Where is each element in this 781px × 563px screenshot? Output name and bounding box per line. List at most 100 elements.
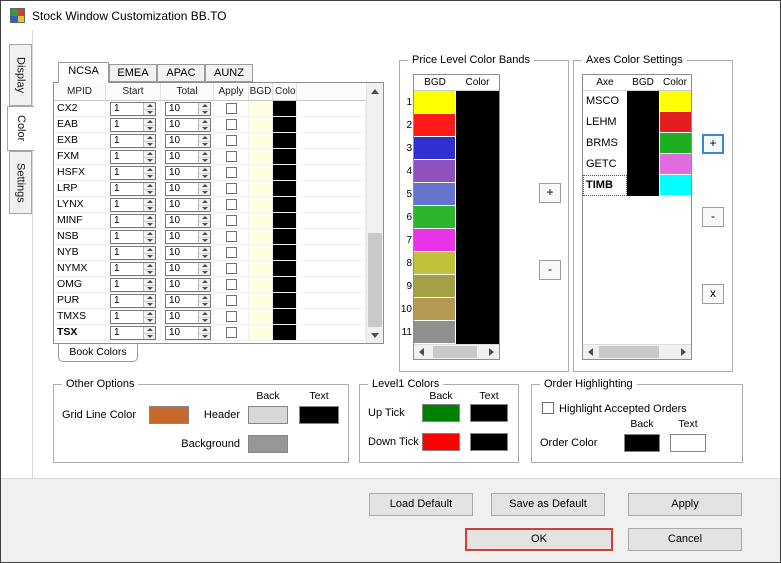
apply-button[interactable]: Apply <box>628 493 742 516</box>
scrollbar-thumb[interactable] <box>599 346 659 358</box>
bgd-color-swatch[interactable] <box>627 91 659 112</box>
spin-down-icon[interactable] <box>199 269 210 275</box>
tab-emea[interactable]: EMEA <box>109 64 157 82</box>
tab-display[interactable]: Display <box>9 44 32 106</box>
start-spinner[interactable]: 1 <box>110 278 156 292</box>
text-color-swatch[interactable] <box>456 206 499 229</box>
spin-down-icon[interactable] <box>199 157 210 163</box>
remove-band-button[interactable]: - <box>539 260 561 280</box>
text-color-swatch[interactable] <box>456 114 499 137</box>
spin-down-icon[interactable] <box>144 269 155 275</box>
bgd-color-swatch[interactable] <box>414 91 456 114</box>
tab-book-colors[interactable]: Book Colors <box>58 344 138 362</box>
axes-row[interactable]: BRMS <box>583 133 691 154</box>
bgd-color-swatch[interactable] <box>249 181 273 196</box>
spin-down-icon[interactable] <box>199 317 210 323</box>
spin-down-icon[interactable] <box>144 317 155 323</box>
text-color-swatch[interactable] <box>456 91 499 114</box>
apply-checkbox[interactable] <box>225 263 237 274</box>
remove-axe-button[interactable]: - <box>702 207 724 227</box>
spin-down-icon[interactable] <box>199 301 210 307</box>
total-spinner[interactable]: 10 <box>165 246 211 260</box>
spin-down-icon[interactable] <box>199 333 210 339</box>
spin-down-icon[interactable] <box>144 237 155 243</box>
background-swatch[interactable] <box>248 435 288 453</box>
spin-down-icon[interactable] <box>144 157 155 163</box>
start-spinner[interactable]: 1 <box>110 310 156 324</box>
text-color-swatch[interactable] <box>456 252 499 275</box>
bgd-color-swatch[interactable] <box>249 245 273 260</box>
bgd-color-swatch[interactable] <box>249 213 273 228</box>
spin-down-icon[interactable] <box>199 205 210 211</box>
total-spinner[interactable]: 10 <box>165 214 211 228</box>
apply-checkbox[interactable] <box>225 215 237 226</box>
apply-checkbox[interactable] <box>225 247 237 258</box>
spin-down-icon[interactable] <box>199 253 210 259</box>
tab-color[interactable]: Color <box>7 106 34 151</box>
spin-down-icon[interactable] <box>144 125 155 131</box>
start-spinner[interactable]: 1 <box>110 182 156 196</box>
axes-row[interactable]: TIMB <box>583 175 691 196</box>
scrollbar-thumb[interactable] <box>368 233 382 327</box>
down-tick-text-swatch[interactable] <box>470 433 508 451</box>
start-spinner[interactable]: 1 <box>110 134 156 148</box>
apply-checkbox[interactable] <box>225 167 237 178</box>
text-color-swatch[interactable] <box>456 298 499 321</box>
up-tick-text-swatch[interactable] <box>470 404 508 422</box>
text-color-swatch[interactable] <box>273 325 297 340</box>
text-color-swatch[interactable] <box>659 91 691 112</box>
delete-axe-button[interactable]: x <box>702 284 724 304</box>
total-spinner[interactable]: 10 <box>165 278 211 292</box>
total-spinner[interactable]: 10 <box>165 262 211 276</box>
start-spinner[interactable]: 1 <box>110 326 156 340</box>
text-color-swatch[interactable] <box>456 229 499 252</box>
total-spinner[interactable]: 10 <box>165 198 211 212</box>
start-spinner[interactable]: 1 <box>110 230 156 244</box>
text-color-swatch[interactable] <box>456 183 499 206</box>
bgd-color-swatch[interactable] <box>414 206 456 229</box>
spin-down-icon[interactable] <box>144 109 155 115</box>
header-text-swatch[interactable] <box>299 406 339 424</box>
start-spinner[interactable]: 1 <box>110 198 156 212</box>
bgd-color-swatch[interactable] <box>627 112 659 133</box>
text-color-swatch[interactable] <box>273 213 297 228</box>
horizontal-scrollbar[interactable] <box>583 344 691 359</box>
total-spinner[interactable]: 10 <box>165 230 211 244</box>
total-spinner[interactable]: 10 <box>165 102 211 116</box>
text-color-swatch[interactable] <box>273 245 297 260</box>
text-color-swatch[interactable] <box>456 137 499 160</box>
text-color-swatch[interactable] <box>273 277 297 292</box>
axes-row[interactable]: LEHM <box>583 112 691 133</box>
total-spinner[interactable]: 10 <box>165 150 211 164</box>
start-spinner[interactable]: 1 <box>110 166 156 180</box>
text-color-swatch[interactable] <box>659 133 691 154</box>
ok-button[interactable]: OK <box>465 528 613 551</box>
bgd-color-swatch[interactable] <box>249 229 273 244</box>
start-spinner[interactable]: 1 <box>110 262 156 276</box>
total-spinner[interactable]: 10 <box>165 326 211 340</box>
spin-down-icon[interactable] <box>199 141 210 147</box>
total-spinner[interactable]: 10 <box>165 166 211 180</box>
order-text-swatch[interactable] <box>670 434 706 452</box>
scroll-left-icon[interactable] <box>414 345 429 359</box>
start-spinner[interactable]: 1 <box>110 214 156 228</box>
bgd-color-swatch[interactable] <box>627 175 659 196</box>
text-color-swatch[interactable] <box>273 149 297 164</box>
text-color-swatch[interactable] <box>273 165 297 180</box>
bgd-color-swatch[interactable] <box>249 277 273 292</box>
bgd-color-swatch[interactable] <box>414 321 456 344</box>
spin-down-icon[interactable] <box>199 285 210 291</box>
text-color-swatch[interactable] <box>273 133 297 148</box>
scroll-right-icon[interactable] <box>484 345 499 359</box>
total-spinner[interactable]: 10 <box>165 310 211 324</box>
spin-down-icon[interactable] <box>144 285 155 291</box>
bgd-color-swatch[interactable] <box>627 154 659 175</box>
bgd-color-swatch[interactable] <box>414 114 456 137</box>
start-spinner[interactable]: 1 <box>110 118 156 132</box>
spin-down-icon[interactable] <box>144 253 155 259</box>
spin-down-icon[interactable] <box>199 221 210 227</box>
spin-down-icon[interactable] <box>199 109 210 115</box>
axes-row[interactable]: GETC <box>583 154 691 175</box>
scroll-right-icon[interactable] <box>676 345 691 359</box>
apply-checkbox[interactable] <box>225 231 237 242</box>
